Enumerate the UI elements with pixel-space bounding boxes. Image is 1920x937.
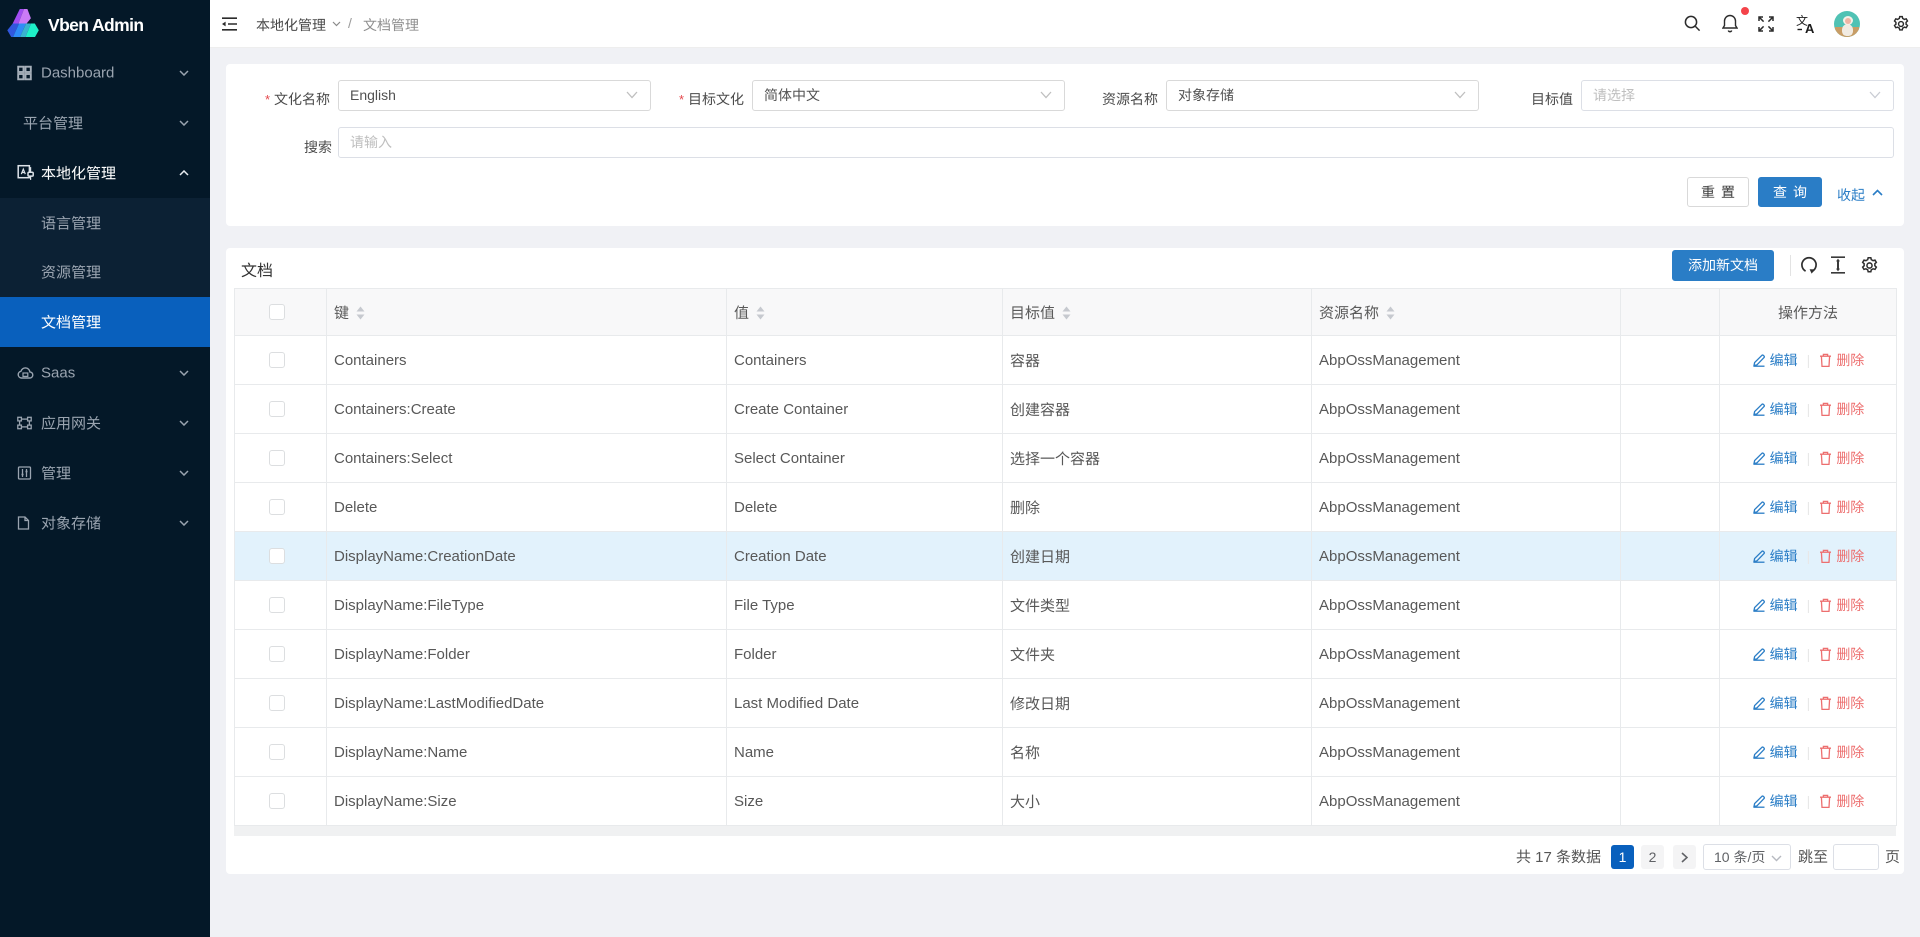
svg-text:A: A xyxy=(1805,21,1815,34)
